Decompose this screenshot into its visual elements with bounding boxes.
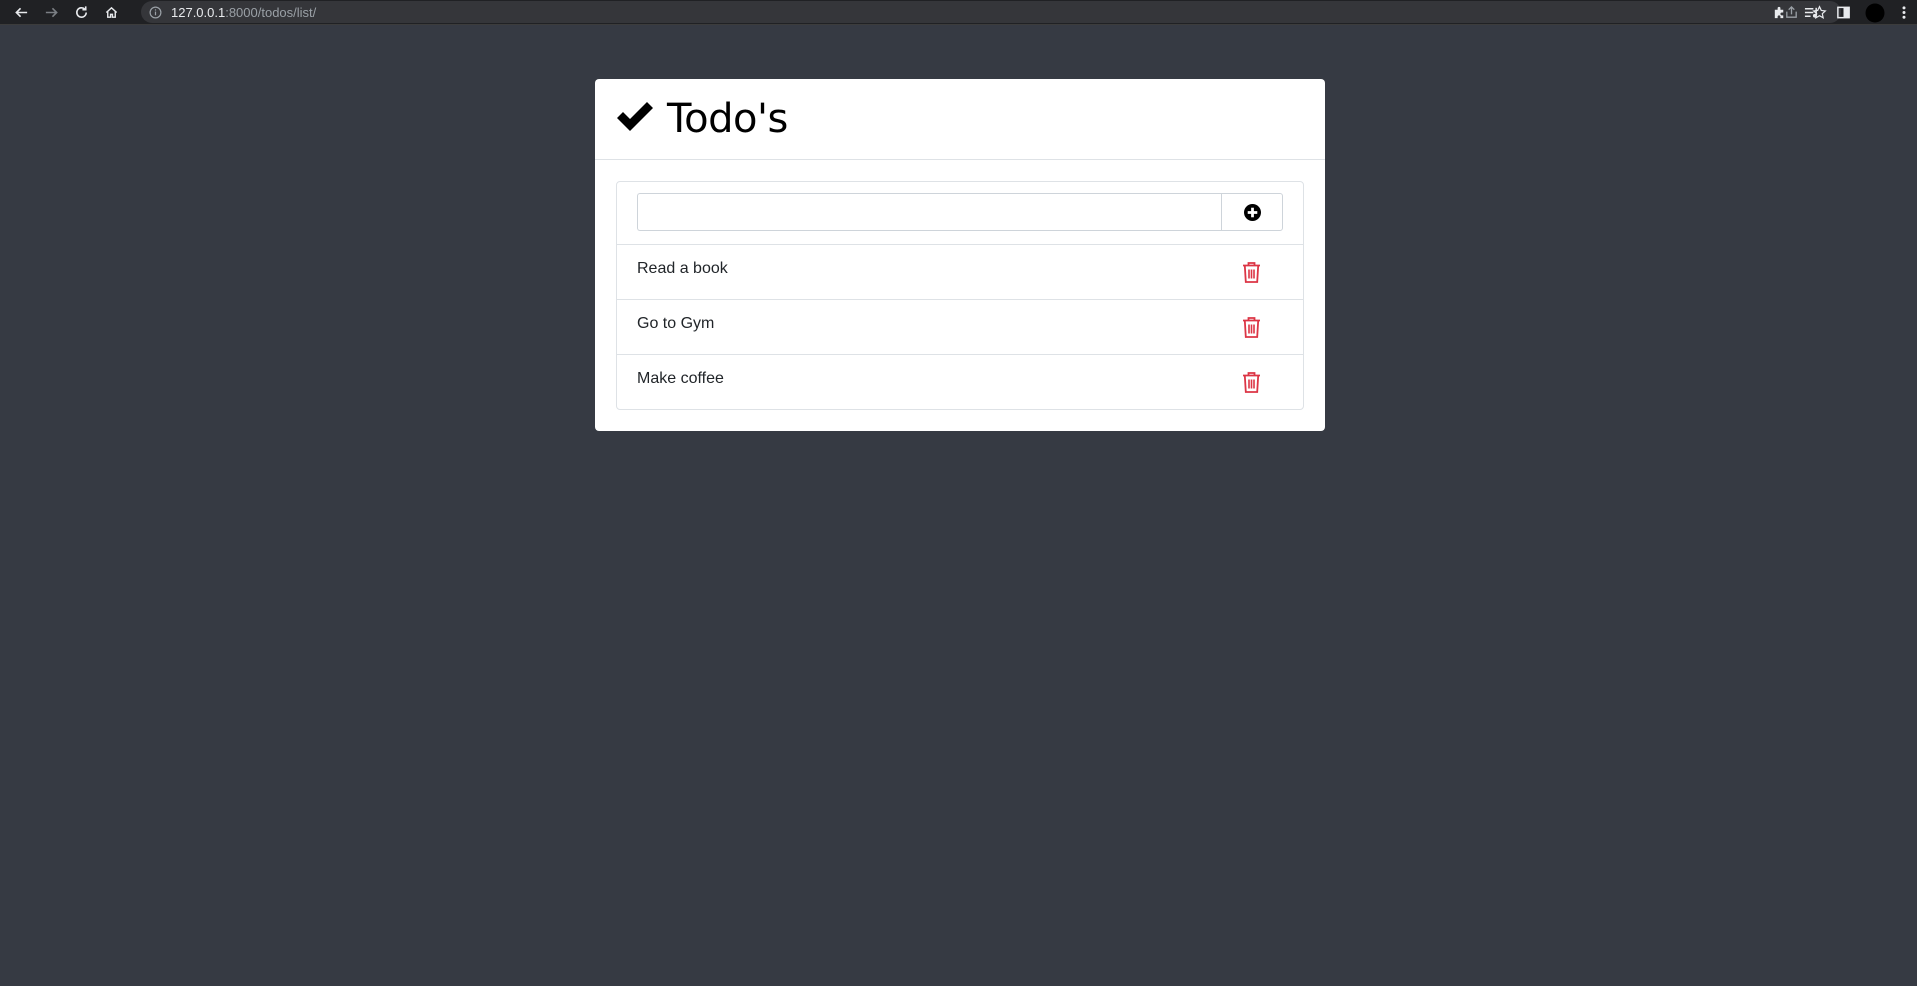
url-host: 127.0.0.1 [171,4,226,20]
avatar-icon [1865,3,1885,22]
new-todo-input[interactable] [637,193,1221,231]
todo-card: Todo's Read a book Go to Gym Make coffee [595,79,1325,431]
add-todo-button[interactable] [1221,193,1283,231]
list-item: Read a book [617,245,1303,300]
todo-list: Read a book Go to Gym Make coffee [616,181,1304,410]
kebab-menu-icon [1902,6,1906,19]
todo-text: Go to Gym [637,315,715,332]
check-icon [617,102,653,131]
side-panel-icon [1836,6,1850,19]
reload-icon [75,5,87,18]
url-text: 127.0.0.1:8000/todos/list/ [171,5,316,20]
home-button[interactable] [99,0,123,25]
page-title: Todo's [667,96,788,142]
list-item: Go to Gym [617,300,1303,355]
trash-icon [1242,316,1260,338]
todo-text: Make coffee [637,370,724,387]
arrow-right-icon [45,7,58,17]
delete-todo-button[interactable] [1240,259,1262,285]
profile-avatar[interactable] [1859,0,1891,25]
url-path: :8000/todos/list/ [225,4,317,20]
extensions-button[interactable] [1763,0,1795,25]
browser-toolbar: 127.0.0.1:8000/todos/list/ [0,0,1917,25]
delete-todo-button[interactable] [1240,369,1262,395]
info-icon [149,6,162,18]
menu-button[interactable] [1891,0,1917,25]
browser-tools [1763,0,1917,25]
back-button[interactable] [9,0,33,25]
forward-button[interactable] [39,0,63,25]
trash-icon [1242,261,1260,283]
trash-icon [1242,371,1260,393]
address-bar[interactable]: 127.0.0.1:8000/todos/list/ [141,1,1841,23]
media-queue-icon [1804,7,1817,18]
card-header: Todo's [595,79,1325,160]
reload-button[interactable] [69,0,93,25]
delete-todo-button[interactable] [1240,314,1262,340]
list-item: Make coffee [617,355,1303,409]
side-panel-button[interactable] [1827,0,1859,25]
plus-circle-icon [1243,203,1261,221]
todo-text: Read a book [637,260,728,277]
puzzle-icon [1774,6,1783,19]
reading-list-button[interactable] [1795,0,1827,25]
add-todo-form [617,182,1303,245]
home-icon [105,6,117,18]
arrow-left-icon [14,7,27,17]
